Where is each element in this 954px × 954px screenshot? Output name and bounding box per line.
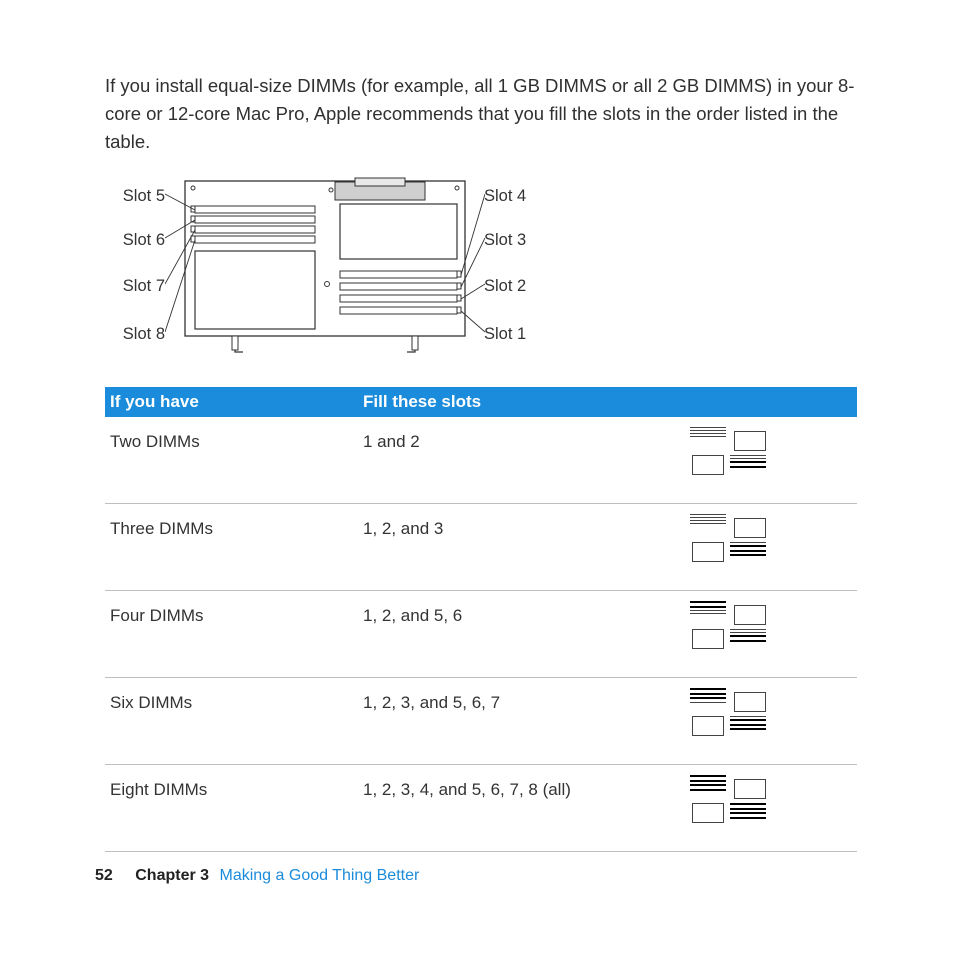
page-number: 52 [95, 867, 113, 884]
label-slot-5: Slot 5 [123, 184, 165, 209]
intro-paragraph: If you install equal-size DIMMs (for exa… [105, 72, 855, 155]
mini-slot-icon [690, 601, 770, 651]
label-slot-1: Slot 1 [484, 322, 526, 347]
cell-have: Three DIMMs [105, 514, 363, 542]
header-fill: Fill these slots [363, 389, 857, 415]
cell-fill: 1, 2, 3, and 5, 6, 7 [363, 688, 603, 716]
table-row: Six DIMMs 1, 2, 3, and 5, 6, 7 [105, 678, 857, 765]
cell-have: Eight DIMMs [105, 775, 363, 803]
mini-slot-icon [690, 514, 770, 564]
table-row: Four DIMMs 1, 2, and 5, 6 [105, 591, 857, 678]
label-slot-2: Slot 2 [484, 274, 526, 299]
label-slot-6: Slot 6 [123, 228, 165, 253]
label-slot-8: Slot 8 [123, 322, 165, 347]
table-row: Three DIMMs 1, 2, and 3 [105, 504, 857, 591]
header-have: If you have [105, 389, 363, 415]
cell-have: Four DIMMs [105, 601, 363, 629]
chapter-label: Chapter 3 [135, 867, 209, 884]
mac-pro-board-svg [165, 176, 485, 366]
cell-fill: 1 and 2 [363, 427, 603, 455]
dimm-fill-table: If you have Fill these slots Two DIMMs 1… [105, 387, 857, 852]
table-header: If you have Fill these slots [105, 387, 857, 417]
page-footer: 52 Chapter 3 Making a Good Thing Better [95, 864, 419, 888]
table-row: Two DIMMs 1 and 2 [105, 417, 857, 504]
dimm-slot-diagram: Slot 5 Slot 6 Slot 7 Slot 8 Slot 4 Slot … [105, 176, 555, 366]
cell-fill: 1, 2, and 5, 6 [363, 601, 603, 629]
cell-fill: 1, 2, and 3 [363, 514, 603, 542]
label-slot-3: Slot 3 [484, 228, 526, 253]
mini-slot-icon [690, 427, 770, 477]
cell-have: Two DIMMs [105, 427, 363, 455]
chapter-title: Making a Good Thing Better [220, 867, 420, 884]
mini-slot-icon [690, 775, 770, 825]
cell-have: Six DIMMs [105, 688, 363, 716]
table-row: Eight DIMMs 1, 2, 3, 4, and 5, 6, 7, 8 (… [105, 765, 857, 852]
label-slot-4: Slot 4 [484, 184, 526, 209]
cell-fill: 1, 2, 3, 4, and 5, 6, 7, 8 (all) [363, 775, 603, 803]
mini-slot-icon [690, 688, 770, 738]
label-slot-7: Slot 7 [123, 274, 165, 299]
